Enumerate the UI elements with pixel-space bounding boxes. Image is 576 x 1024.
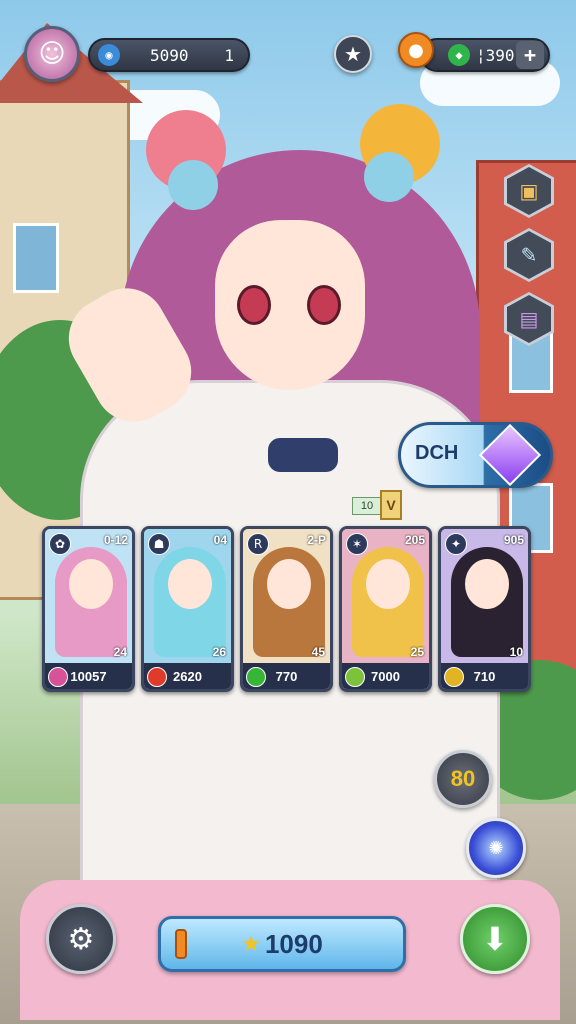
- gem-bar[interactable]: ◆ ¦390 +: [420, 38, 550, 72]
- card-element-icon: [246, 667, 266, 687]
- dch-feature-button[interactable]: DCH: [398, 422, 553, 488]
- coin-count: 1: [224, 45, 234, 65]
- crystal-gem-icon: [478, 423, 542, 487]
- tag-v: V: [380, 490, 402, 520]
- card-face: [366, 559, 410, 609]
- card-element-icon: [48, 667, 68, 687]
- settings-button[interactable]: ⚙: [46, 904, 116, 974]
- character-face: [215, 220, 365, 390]
- star-button[interactable]: ★: [334, 35, 372, 73]
- character-card[interactable]: ✿ 0-12 24 10057: [42, 526, 135, 692]
- card-level: 25: [410, 645, 424, 659]
- fruit-icon: ●: [398, 32, 434, 68]
- energy-orb-icon: ✺: [488, 837, 504, 859]
- main-value: 1090: [264, 928, 323, 959]
- orb-skill-button[interactable]: ✺: [466, 818, 526, 878]
- download-icon: ⬇: [481, 920, 509, 958]
- gem-value: ¦390: [476, 45, 515, 65]
- energy-pill-icon: [175, 929, 187, 959]
- character-bow: [268, 438, 338, 472]
- add-gem-button[interactable]: +: [516, 41, 544, 69]
- card-class-icon: ☗: [148, 533, 170, 555]
- card-element-icon: [147, 667, 167, 687]
- flower: [364, 152, 414, 202]
- card-top-number: 0-12: [103, 533, 128, 547]
- character-card[interactable]: ☗ 04 26 2620: [141, 526, 234, 692]
- character-card[interactable]: R 2-P 45 770: [240, 526, 333, 692]
- avatar-icon: ☺: [38, 39, 66, 69]
- tag-ten: 10: [352, 497, 382, 515]
- character-card[interactable]: ✦ 905 10 710: [438, 526, 531, 692]
- card-element-icon: [345, 667, 365, 687]
- download-button[interactable]: ⬇: [460, 904, 530, 974]
- gem-icon: ◆: [448, 44, 470, 66]
- coin-icon: ◉: [98, 44, 120, 66]
- gear-icon: ⚙: [67, 921, 95, 957]
- card-face: [168, 559, 212, 609]
- dch-label: DCH: [415, 442, 459, 464]
- flower: [168, 160, 218, 210]
- count-value: 80: [450, 766, 476, 791]
- card-level: 45: [311, 645, 325, 659]
- coin-value: 5090: [150, 45, 189, 65]
- card-face: [465, 559, 509, 609]
- card-class-icon: ✦: [445, 533, 467, 555]
- card-level: 26: [212, 645, 226, 659]
- card-class-icon: ✶: [346, 533, 368, 555]
- player-avatar[interactable]: ☺: [24, 26, 80, 82]
- card-face: [69, 559, 113, 609]
- character-card[interactable]: ✶ 205 25 7000: [339, 526, 432, 692]
- star-icon: ★: [344, 42, 362, 66]
- card-class-icon: ✿: [49, 533, 71, 555]
- card-top-number: 205: [404, 533, 425, 547]
- coin-bar[interactable]: ◉ 5090 1: [88, 38, 250, 72]
- card-face: [267, 559, 311, 609]
- main-currency-bar[interactable]: ★ 1090: [158, 916, 406, 972]
- card-element-icon: [444, 667, 464, 687]
- card-level: 10: [509, 645, 523, 659]
- card-top-number: 04: [213, 533, 227, 547]
- count-button[interactable]: 80: [434, 750, 492, 808]
- character-card-row: ✿ 0-12 24 10057 ☗ 04 26 2620 R 2-P 45 77…: [42, 526, 534, 692]
- star-icon: ★: [241, 931, 261, 957]
- card-top-number: 905: [503, 533, 524, 547]
- card-class-icon: R: [247, 533, 269, 555]
- card-top-number: 2-P: [307, 533, 326, 547]
- card-level: 24: [113, 645, 127, 659]
